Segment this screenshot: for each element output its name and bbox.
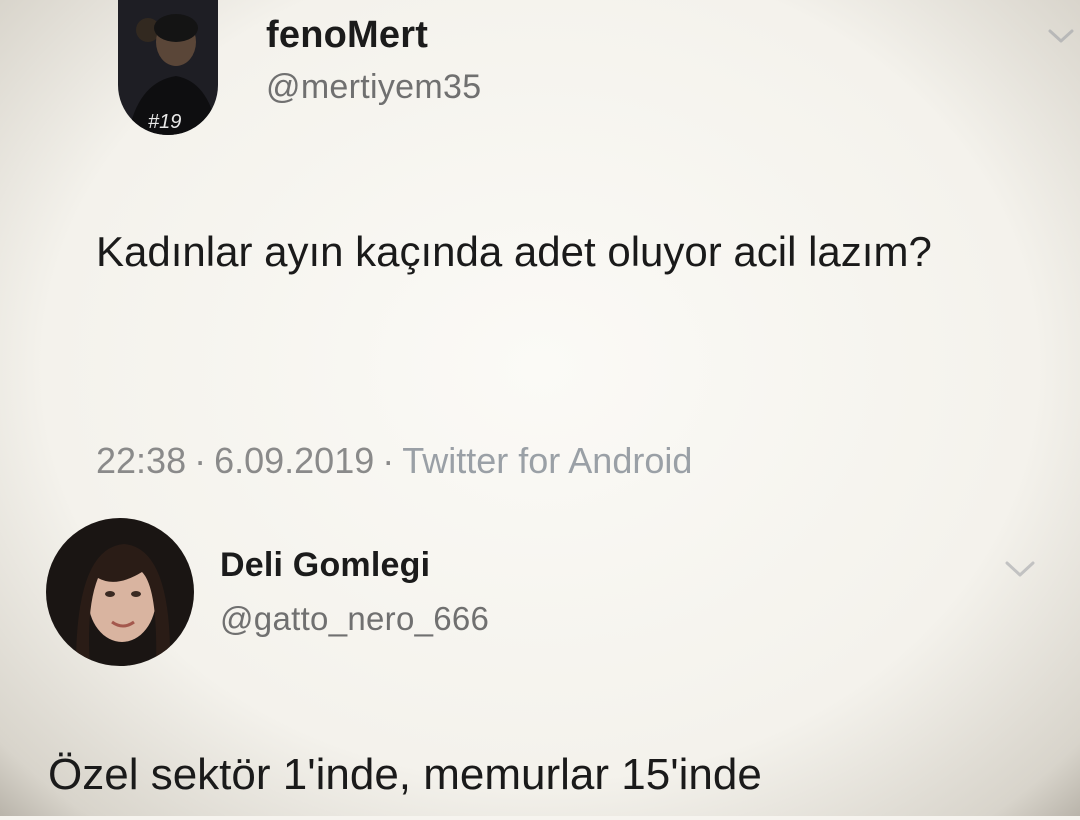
tweet-text: Kadınlar ayın kaçında adet oluyor acil l… bbox=[96, 228, 932, 275]
chevron-down-icon[interactable] bbox=[1046, 26, 1076, 46]
screenshot-frame: #19 fenoMert @mertiyem35 Kadınlar ayın k… bbox=[0, 0, 1080, 816]
tweet-text: Özel sektör 1'inde, memurlar 15'inde bbox=[48, 750, 762, 799]
meta-separator: · bbox=[382, 440, 395, 481]
tweet-source[interactable]: Twitter for Android bbox=[402, 440, 692, 481]
display-name[interactable]: Deli Gomlegi bbox=[220, 546, 430, 585]
tweet-time[interactable]: 22:38 bbox=[96, 440, 186, 481]
user-photo-icon: #19 bbox=[118, 0, 218, 135]
display-name[interactable]: fenoMert bbox=[266, 14, 428, 57]
tweet-date[interactable]: 6.09.2019 bbox=[214, 440, 374, 481]
chevron-down-icon[interactable] bbox=[1002, 558, 1038, 580]
user-photo-icon bbox=[46, 518, 194, 666]
svg-text:#19: #19 bbox=[148, 111, 181, 133]
avatar[interactable]: #19 bbox=[118, 0, 218, 135]
user-handle[interactable]: @mertiyem35 bbox=[266, 68, 481, 107]
avatar[interactable] bbox=[46, 518, 194, 666]
meta-separator: · bbox=[194, 440, 207, 481]
tweet-meta: 22:38 · 6.09.2019 · Twitter for Android bbox=[96, 440, 692, 482]
user-handle[interactable]: @gatto_nero_666 bbox=[220, 600, 489, 638]
